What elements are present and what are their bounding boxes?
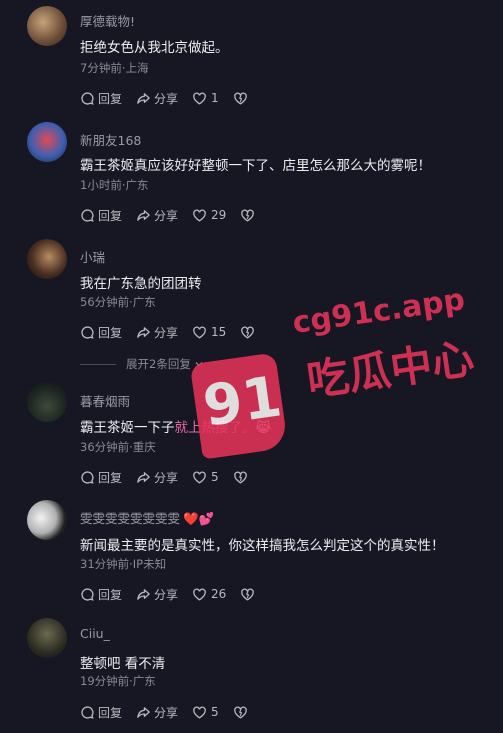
avatar[interactable] xyxy=(27,382,67,422)
comment-actions: 回复 分享 15 xyxy=(80,323,272,341)
broken-heart-icon xyxy=(233,470,248,485)
reply-icon xyxy=(80,705,95,720)
share-button[interactable]: 分享 xyxy=(136,704,178,721)
dislike-button[interactable] xyxy=(233,705,251,720)
comment-username[interactable]: 暮春烟雨 xyxy=(80,391,130,410)
share-icon xyxy=(136,705,151,720)
avatar[interactable] xyxy=(27,6,67,46)
comment-meta: 31分钟前·IP未知 xyxy=(80,557,167,571)
heart-icon xyxy=(192,91,207,106)
reply-icon xyxy=(80,208,95,223)
comment-username[interactable]: 厚德载物! xyxy=(80,11,135,30)
dislike-button[interactable] xyxy=(233,470,251,485)
share-button[interactable]: 分享 xyxy=(136,90,178,107)
comment-text: 拒绝女色从我北京做起。 xyxy=(80,40,229,56)
comment-meta: 19分钟前·广东 xyxy=(80,674,156,688)
broken-heart-icon xyxy=(240,587,255,602)
like-count: 1 xyxy=(211,91,219,105)
comment-meta: 36分钟前·重庆 xyxy=(80,440,156,454)
like-count: 5 xyxy=(211,705,219,719)
comment-text: 整顿吧 看不清 xyxy=(80,656,166,672)
comment-actions: 回复 分享 5 xyxy=(80,703,265,721)
heart-icon xyxy=(192,325,207,340)
reply-icon xyxy=(80,91,95,106)
reply-icon xyxy=(80,325,95,340)
like-button[interactable]: 29 xyxy=(192,208,226,223)
emoji: ❤️💕 xyxy=(183,511,215,526)
dislike-button[interactable] xyxy=(240,587,258,602)
comment-text: 霸王茶姬真应该好好整顿一下了、店里怎么那么大的雾呢！ xyxy=(80,158,431,174)
comment-actions: 回复 分享 26 xyxy=(80,585,272,603)
dislike-button[interactable] xyxy=(233,91,251,106)
like-count: 29 xyxy=(211,208,227,222)
heart-icon xyxy=(192,470,207,485)
reply-button[interactable]: 回复 xyxy=(80,207,122,224)
reply-button[interactable]: 回复 xyxy=(80,90,122,107)
reply-button[interactable]: 回复 xyxy=(80,469,122,486)
comment-text: 我在广东急的团团转 xyxy=(80,276,202,292)
share-icon xyxy=(136,91,151,106)
heart-icon xyxy=(192,208,207,223)
watermark-logo: 91 xyxy=(189,352,289,460)
comment-text: 新闻最主要的是真实性，你这样搞我怎么判定这个的真实性！ xyxy=(80,538,445,554)
like-button[interactable]: 1 xyxy=(192,91,219,106)
reply-button[interactable]: 回复 xyxy=(80,704,122,721)
like-count: 26 xyxy=(211,587,227,601)
like-button[interactable]: 5 xyxy=(192,705,219,720)
comment-actions: 回复 分享 29 xyxy=(80,206,272,224)
like-count: 5 xyxy=(211,470,219,484)
reply-icon xyxy=(80,587,95,602)
avatar[interactable] xyxy=(27,500,67,540)
heart-icon xyxy=(192,587,207,602)
like-count: 15 xyxy=(211,325,227,339)
share-icon xyxy=(136,208,151,223)
share-button[interactable]: 分享 xyxy=(136,207,178,224)
comment-meta: 1小时前·广东 xyxy=(80,178,149,192)
broken-heart-icon xyxy=(233,91,248,106)
comment-item: 厚德载物! 拒绝女色从我北京做起。 7分钟前·上海 回复 分享 1 xyxy=(0,0,503,118)
like-button[interactable]: 15 xyxy=(192,325,226,340)
like-button[interactable]: 26 xyxy=(192,587,226,602)
heart-icon xyxy=(192,705,207,720)
share-button[interactable]: 分享 xyxy=(136,469,178,486)
share-icon xyxy=(136,325,151,340)
broken-heart-icon xyxy=(233,705,248,720)
comment-username[interactable]: 雯雯雯雯雯雯雯雯 ❤️💕 xyxy=(80,508,214,527)
dislike-button[interactable] xyxy=(240,208,258,223)
share-icon xyxy=(136,470,151,485)
comment-username[interactable]: Ciiu_ xyxy=(80,626,110,641)
dislike-button[interactable] xyxy=(240,325,258,340)
share-icon xyxy=(136,587,151,602)
avatar[interactable] xyxy=(27,239,67,279)
reply-icon xyxy=(80,470,95,485)
broken-heart-icon xyxy=(240,208,255,223)
expand-replies-button[interactable]: 展开2条回复 xyxy=(80,356,204,372)
share-button[interactable]: 分享 xyxy=(136,586,178,603)
divider xyxy=(80,363,116,365)
comment-username[interactable]: 小瑞 xyxy=(80,247,105,266)
reply-button[interactable]: 回复 xyxy=(80,586,122,603)
comment-username[interactable]: 新朋友168 xyxy=(80,130,141,149)
comment-actions: 回复 分享 5 xyxy=(80,468,265,486)
comment-meta: 7分钟前·上海 xyxy=(80,61,149,75)
comment-meta: 56分钟前·广东 xyxy=(80,295,156,309)
like-button[interactable]: 5 xyxy=(192,470,219,485)
comment-actions: 回复 分享 1 xyxy=(80,89,265,107)
comment-item: Ciiu_ 整顿吧 看不清 19分钟前·广东 回复 分享 5 xyxy=(0,612,503,733)
broken-heart-icon xyxy=(240,325,255,340)
comment-item: 新朋友168 霸王茶姬真应该好好整顿一下了、店里怎么那么大的雾呢！ 1小时前·广… xyxy=(0,118,503,236)
avatar[interactable] xyxy=(27,618,67,658)
comment-item: 雯雯雯雯雯雯雯雯 ❤️💕 新闻最主要的是真实性，你这样搞我怎么判定这个的真实性！ … xyxy=(0,494,503,612)
avatar[interactable] xyxy=(27,122,67,162)
share-button[interactable]: 分享 xyxy=(136,324,178,341)
reply-button[interactable]: 回复 xyxy=(80,324,122,341)
